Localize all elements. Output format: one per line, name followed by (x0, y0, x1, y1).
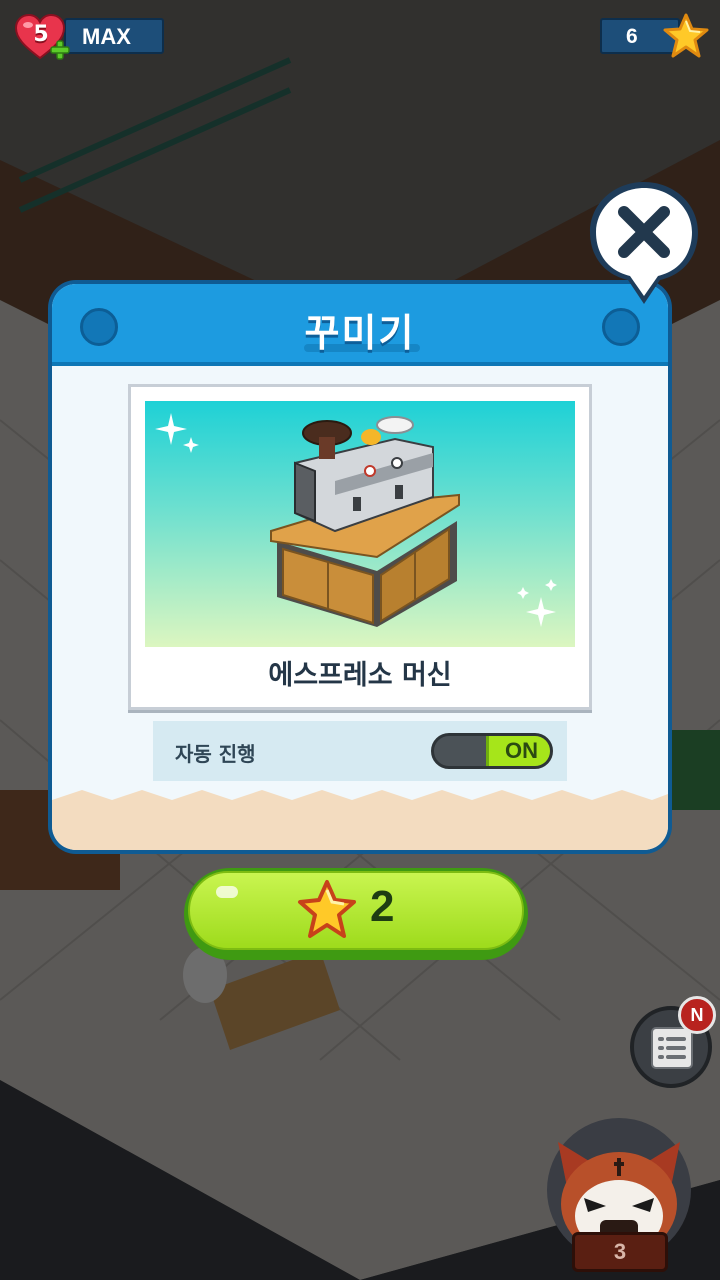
auto-progress-toggle[interactable]: ON (431, 733, 553, 769)
dialog-header: 꾸미기 (52, 284, 668, 366)
item-name: 에스프레소 머신 (268, 660, 452, 691)
star-icon (663, 13, 709, 58)
paper-edge-decoration (52, 790, 668, 850)
stars-count: 6 (626, 25, 638, 48)
notification-badge: N (678, 996, 716, 1034)
close-button[interactable] (588, 180, 700, 308)
stars-hud: 6 (600, 12, 710, 58)
auto-progress-row: 자동 진행 ON (153, 721, 567, 781)
plus-icon[interactable] (50, 40, 70, 60)
buy-button[interactable]: 2 (184, 868, 528, 960)
item-image (145, 401, 575, 647)
dialog-title: 꾸미기 (304, 311, 416, 355)
item-card: 에스프레소 머신 (128, 384, 592, 710)
hearts-hud[interactable]: 5 MAX (14, 14, 164, 60)
header-rivet-right (602, 308, 640, 346)
decorate-dialog: 꾸미기 에스프레소 머신 자동 진행 ON (48, 280, 672, 854)
star-icon (298, 880, 356, 938)
hearts-max-label: MAX (82, 24, 131, 49)
toggle-state-label: ON (505, 738, 538, 763)
auto-progress-label: 자동 진행 (175, 742, 256, 766)
buy-price: 2 (370, 882, 395, 931)
character-level: 3 (572, 1232, 668, 1272)
button-shine (216, 886, 238, 898)
list-icon (651, 1027, 693, 1069)
